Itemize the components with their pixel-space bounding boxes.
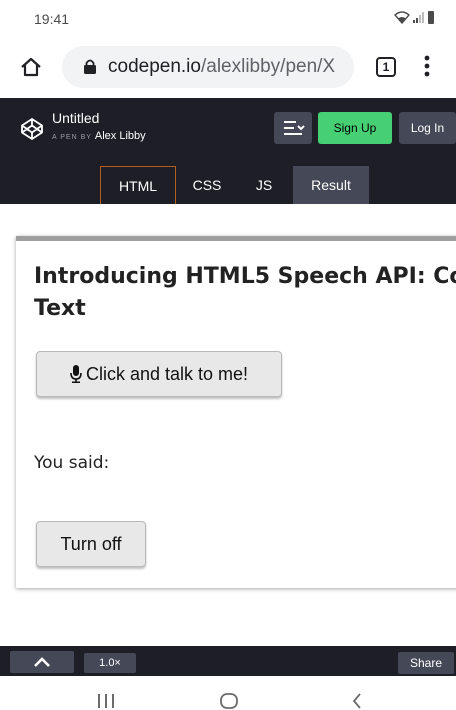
more-options-icon[interactable]: [424, 54, 430, 78]
codepen-logo-icon[interactable]: [20, 117, 44, 141]
author-link[interactable]: Alex Libby: [95, 130, 146, 142]
talk-button[interactable]: Click and talk to me!: [36, 351, 282, 397]
layout-icon: [284, 121, 305, 135]
codepen-header: Untitled A PEN BY Alex Libby Sign Up Log …: [0, 98, 456, 164]
battery-icon: [428, 10, 434, 24]
status-time: 19:41: [34, 11, 70, 27]
toggle-console-button[interactable]: [10, 651, 74, 673]
demo-title: Introducing HTML5 Speech API: Co Text: [34, 261, 456, 325]
zoom-button[interactable]: 1.0×: [84, 653, 136, 673]
share-button[interactable]: Share: [398, 652, 454, 674]
turn-off-button[interactable]: Turn off: [36, 521, 146, 567]
url-text: codepen.io/alexlibby/pen/X: [108, 56, 335, 78]
home-icon[interactable]: [20, 56, 42, 78]
pen-byline: A PEN BY Alex Libby: [52, 130, 146, 142]
result-pane: Introducing HTML5 Speech API: Co Text Cl…: [0, 204, 456, 646]
log-in-button[interactable]: Log In: [399, 112, 456, 144]
browser-toolbar: codepen.io/alexlibby/pen/X 1: [0, 38, 456, 98]
microphone-icon: [70, 365, 82, 383]
talk-button-label: Click and talk to me!: [85, 364, 249, 384]
editor-tabs: HTML CSS JS Result: [0, 164, 456, 204]
status-icons: [394, 10, 434, 24]
url-domain: codepen.io: [108, 56, 201, 77]
tab-js[interactable]: JS: [236, 166, 292, 204]
demo-title-line1: Introducing HTML5 Speech API: Co: [34, 264, 456, 289]
change-view-button[interactable]: [274, 112, 312, 144]
pen-title[interactable]: Untitled: [52, 110, 99, 126]
signal-icon: [413, 12, 424, 23]
wifi-icon: [394, 11, 410, 24]
demo-card: Introducing HTML5 Speech API: Co Text Cl…: [16, 236, 456, 588]
tab-result[interactable]: Result: [293, 166, 369, 204]
you-said-label: You said:: [34, 453, 110, 473]
home-nav-icon[interactable]: [220, 693, 238, 709]
tab-html[interactable]: HTML: [100, 166, 176, 204]
sign-up-button[interactable]: Sign Up: [318, 112, 392, 144]
tab-css[interactable]: CSS: [178, 166, 236, 204]
codepen-footer: 1.0× Share: [0, 646, 456, 676]
byline-prefix: A PEN BY: [52, 134, 92, 141]
lock-icon: [84, 59, 96, 74]
demo-title-line2: Text: [34, 296, 86, 321]
address-bar[interactable]: codepen.io/alexlibby/pen/X: [62, 46, 354, 88]
recents-icon[interactable]: [96, 694, 116, 708]
url-path: /alexlibby/pen/X: [200, 56, 336, 77]
tab-switcher-button[interactable]: 1: [376, 57, 396, 77]
status-bar: 19:41: [0, 0, 456, 38]
android-nav-bar: [0, 676, 456, 710]
back-icon[interactable]: [352, 692, 362, 710]
chevron-up-icon: [34, 657, 50, 667]
